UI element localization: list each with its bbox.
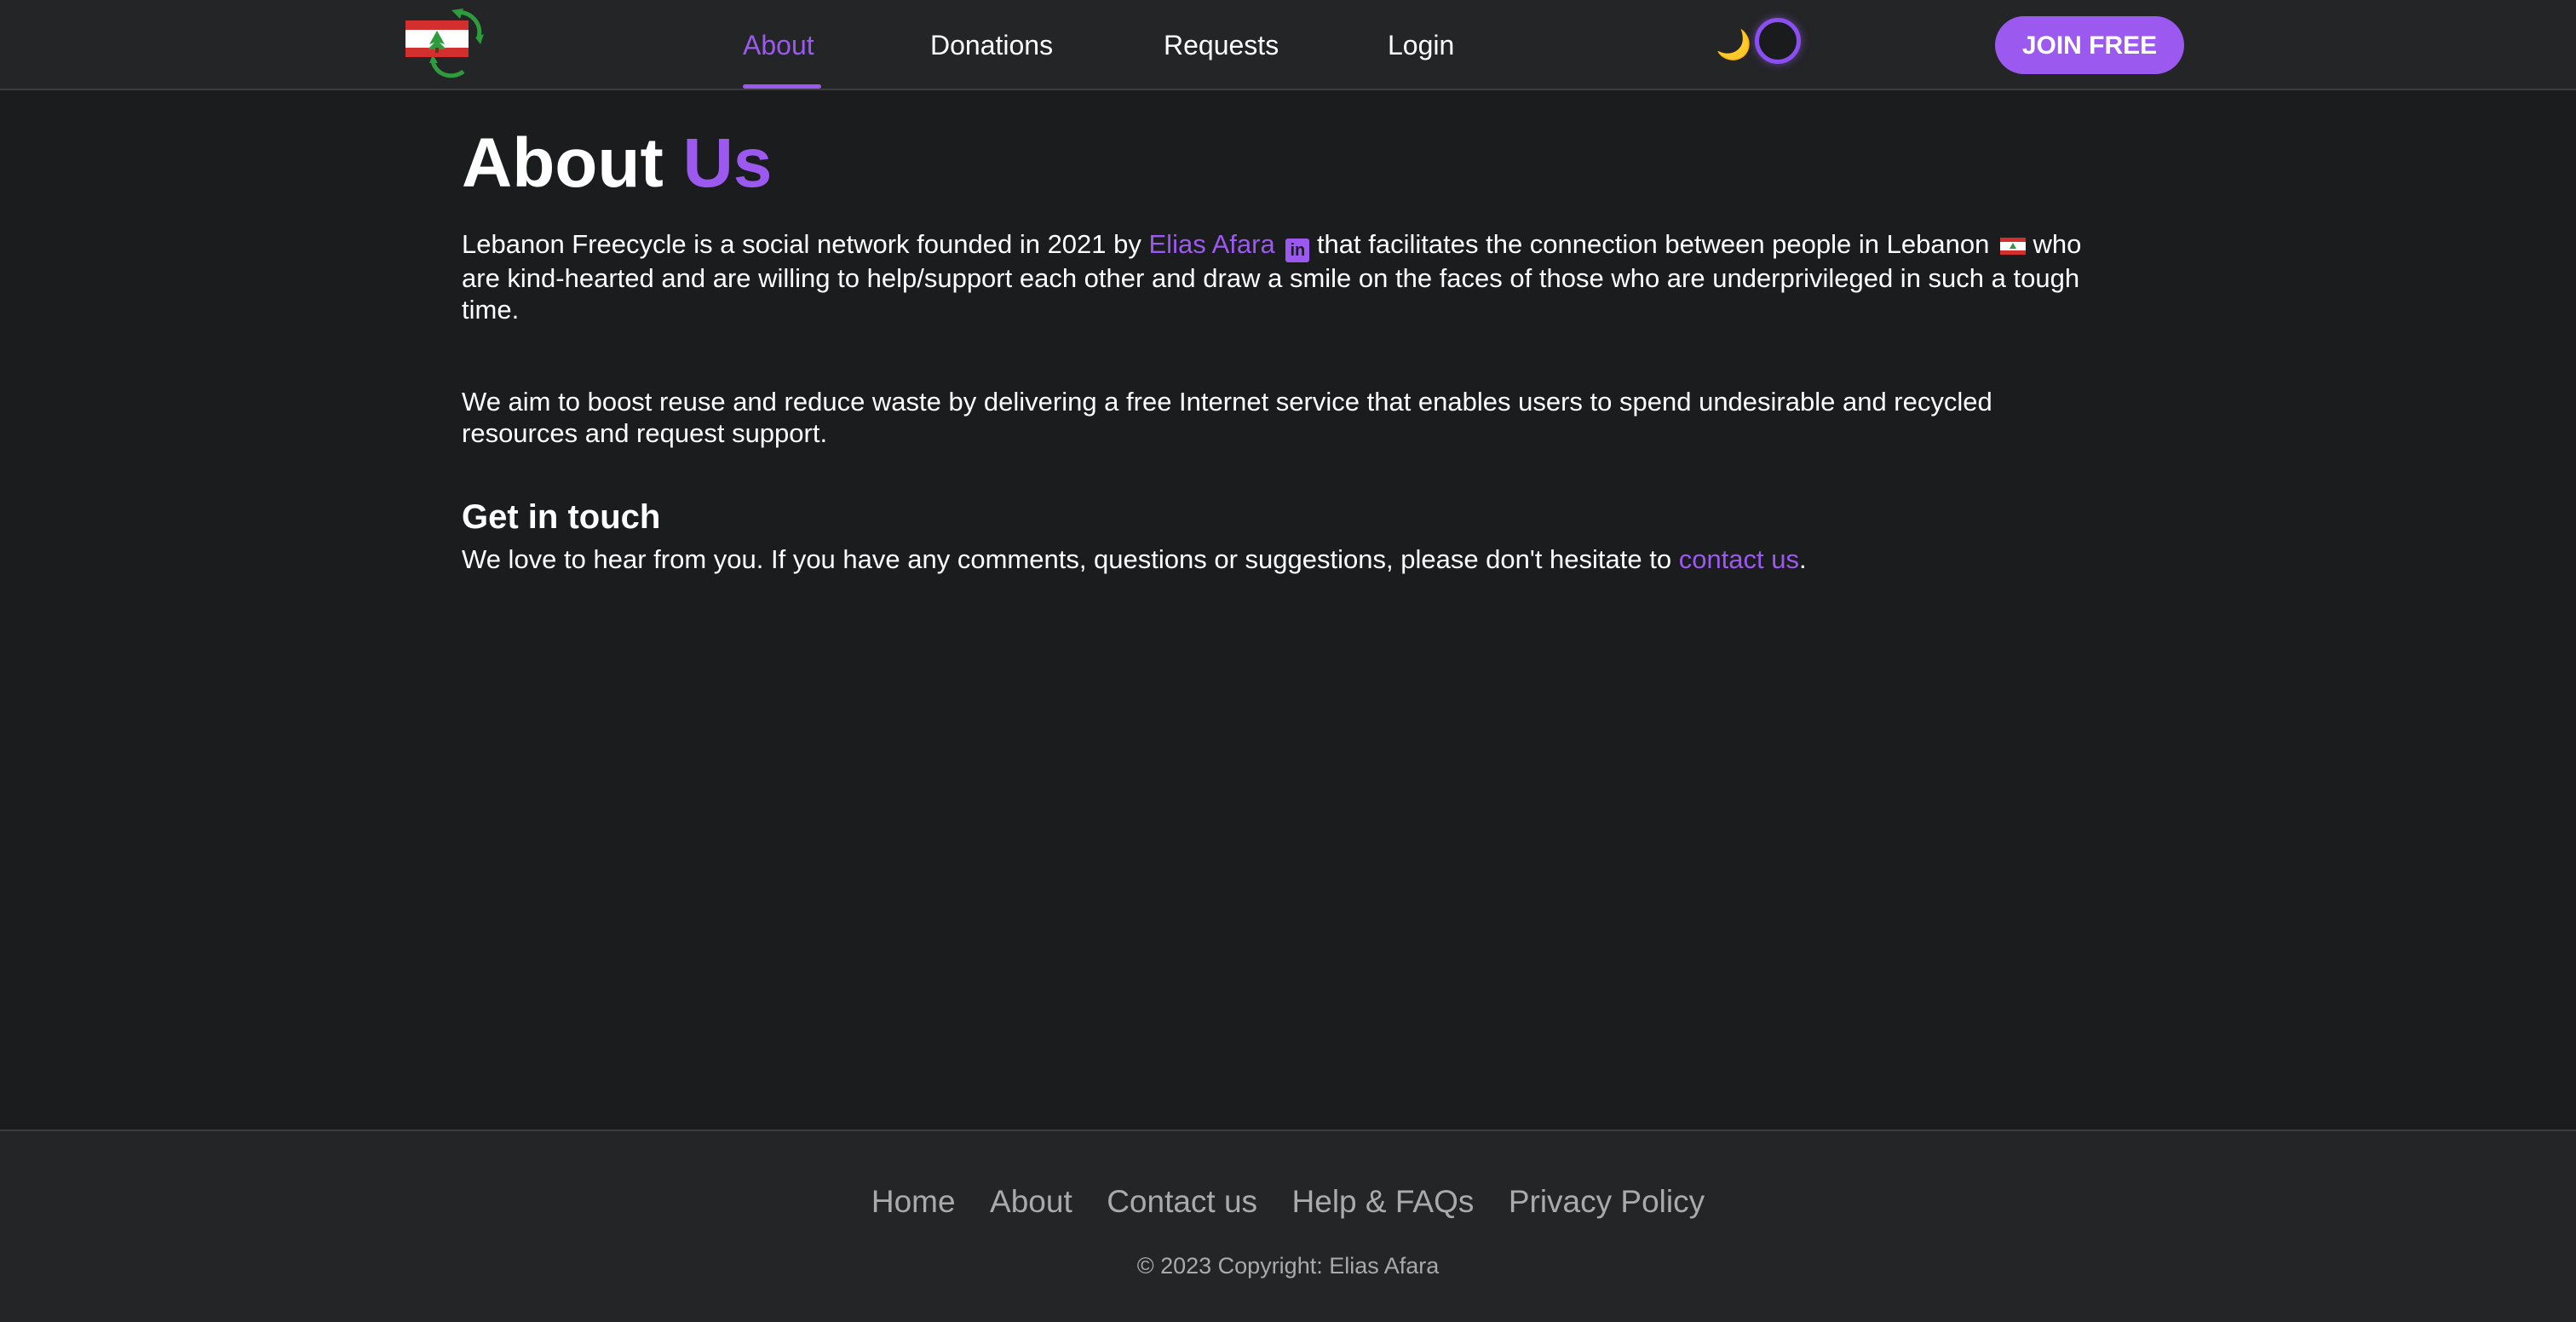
moon-icon: 🌙 [1716, 29, 1752, 61]
footer-link-contact[interactable]: Contact us [1107, 1181, 1257, 1223]
title-about: About [462, 124, 664, 202]
footer-link-home[interactable]: Home [871, 1181, 956, 1223]
intro-text-start: Lebanon Freecycle is a social network fo… [462, 229, 1149, 259]
lebanon-flag-icon [1999, 238, 2026, 255]
footer-link-about[interactable]: About [990, 1181, 1072, 1223]
site-logo[interactable] [404, 7, 486, 78]
contact-period: . [1799, 544, 1807, 574]
contact-us-link[interactable]: contact us [1679, 544, 1799, 574]
title-us: Us [682, 124, 773, 202]
about-content: About Us Lebanon Freecycle is a social n… [462, 119, 2114, 575]
nav-about[interactable]: About [743, 26, 814, 65]
mission-paragraph: We aim to boost reuse and reduce waste b… [462, 387, 1992, 448]
copyright-text: © 2023 Copyright: Elias Afara [1136, 1253, 1440, 1279]
intro-text-middle: that facilitates the connection between … [1309, 229, 1997, 259]
footer-link-privacy[interactable]: Privacy Policy [1509, 1181, 1705, 1223]
get-in-touch-heading: Get in touch [462, 498, 661, 536]
page-title: About Us [462, 119, 2114, 208]
nav-requests[interactable]: Requests [1164, 26, 1279, 65]
footer-links: Home About Contact us Help & FAQs Privac… [0, 1181, 2576, 1223]
lebanon-recycle-logo-icon [405, 9, 484, 78]
nav-login[interactable]: Login [1388, 26, 1454, 65]
contact-paragraph: We love to hear from you. If you have an… [462, 543, 2114, 575]
site-footer: Home About Contact us Help & FAQs Privac… [0, 1129, 2576, 1322]
site-header: About Donations Requests Login 🌙 JOIN FR… [0, 0, 2576, 90]
footer-link-help[interactable]: Help & FAQs [1292, 1181, 1475, 1223]
toggle-knob [1755, 18, 1801, 64]
contact-text: We love to hear from you. If you have an… [462, 544, 1679, 574]
founder-link[interactable]: Elias Afara [1149, 229, 1275, 259]
intro-paragraph: Lebanon Freecycle is a social network fo… [462, 228, 2114, 325]
linkedin-icon[interactable]: in [1285, 239, 1310, 262]
nav-active-indicator [743, 84, 821, 89]
nav-donations[interactable]: Donations [930, 26, 1053, 65]
join-free-button[interactable]: JOIN FREE [1995, 16, 2184, 74]
theme-toggle[interactable]: 🌙 [1707, 18, 1804, 72]
